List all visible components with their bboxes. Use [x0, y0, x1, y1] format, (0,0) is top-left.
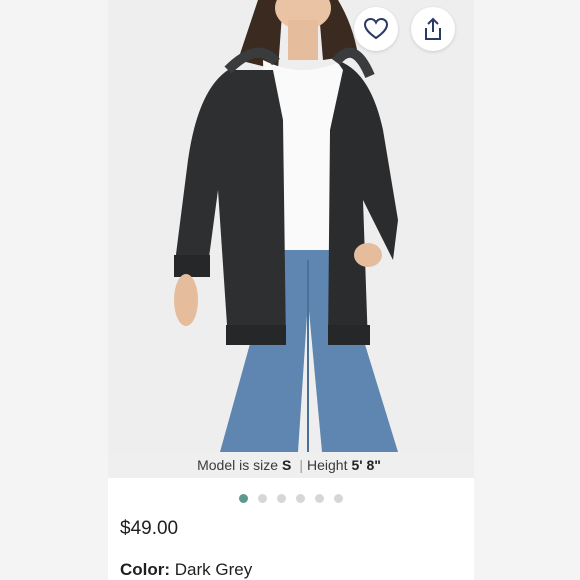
model-size-value: S	[282, 457, 292, 473]
color-value: Dark Grey	[174, 560, 253, 579]
right-margin	[474, 0, 580, 580]
model-height-label: Height	[307, 457, 348, 473]
carousel-dot[interactable]	[315, 494, 324, 503]
heart-icon	[363, 17, 389, 40]
color-row: Color: Dark Grey	[120, 560, 252, 580]
model-height-value: 5' 8"	[351, 457, 381, 473]
carousel-dot[interactable]	[258, 494, 267, 503]
carousel-dot[interactable]	[296, 494, 305, 503]
model-size-caption: Model is size S | Height 5' 8"	[108, 452, 474, 478]
caption-separator: |	[299, 457, 303, 473]
color-label: Color:	[120, 560, 171, 579]
product-price: $49.00	[120, 518, 179, 539]
share-icon	[425, 17, 441, 40]
share-button[interactable]	[411, 7, 455, 51]
product-card: Model is size S | Height 5' 8" $49.00 Co…	[108, 0, 474, 580]
product-image[interactable]	[108, 0, 474, 452]
carousel-dot[interactable]	[334, 494, 343, 503]
model-photo	[108, 0, 474, 452]
carousel-dots	[108, 494, 474, 506]
left-margin	[0, 0, 108, 580]
model-size-prefix: Model is size	[197, 457, 279, 473]
favorite-button[interactable]	[354, 7, 398, 51]
carousel-dot[interactable]	[277, 494, 286, 503]
carousel-dot[interactable]	[239, 494, 248, 503]
